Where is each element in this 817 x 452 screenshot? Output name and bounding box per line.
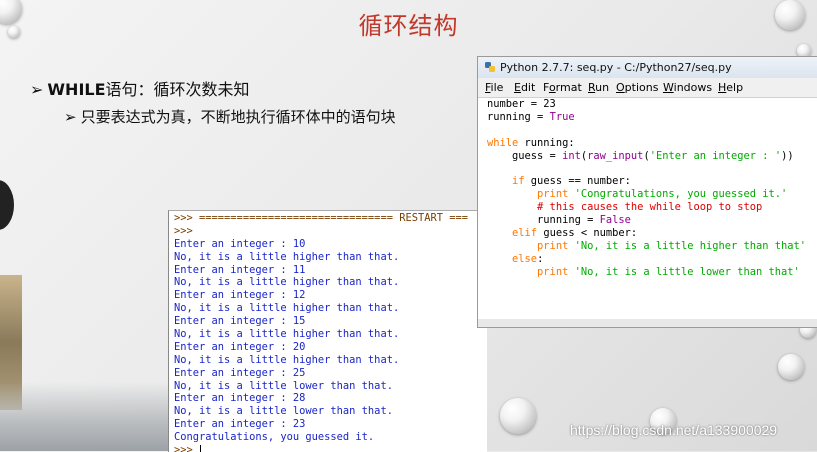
code-token: if: [512, 175, 525, 188]
bullet-condition: ➢ 只要表达式为真，不断地执行循环体中的语句块: [64, 106, 396, 127]
shell-line: Enter an integer : 11: [174, 263, 306, 276]
bubble-decoration: [500, 398, 536, 434]
code-line: guess = int(raw_input('Enter an integer …: [487, 150, 806, 163]
shell-line: >>>: [174, 224, 193, 237]
arrow-bullet-icon: ➢: [30, 80, 44, 99]
bullet-while-text: 语句：循环次数未知: [105, 80, 250, 99]
slide-title: 循环结构: [358, 12, 459, 40]
code-line: number = 23: [487, 98, 806, 111]
code-token: elif: [512, 226, 538, 239]
menu-options[interactable]: Options: [616, 81, 658, 94]
menu-file[interactable]: File: [485, 81, 503, 94]
arrow-bullet-icon: ➢: [64, 108, 77, 126]
code-line: if guess == number:: [487, 175, 806, 188]
code-token: # this causes the while loop to stop: [537, 201, 763, 214]
code-token: 'No, it is a little higher than that': [574, 239, 807, 252]
shell-line: No, it is a little higher than that.: [174, 250, 400, 263]
shell-line: Enter an integer : 15: [174, 315, 306, 328]
shell-line: Enter an integer : 12: [174, 289, 306, 302]
shell-line: No, it is a little higher than that.: [174, 353, 400, 366]
shell-line: >>> =============================== REST…: [174, 212, 469, 224]
watermark: https://blog.csdn.net/a133900029: [570, 422, 778, 438]
code-line: while running:: [487, 137, 806, 150]
shell-line: Enter an integer : 10: [174, 237, 306, 250]
code-token: guess < number:: [537, 226, 638, 239]
menu-run[interactable]: Run: [588, 81, 609, 94]
shell-line: Congratulations, you guessed it.: [174, 431, 375, 444]
code-token: raw_input: [587, 149, 644, 162]
code-token: int: [562, 149, 581, 162]
shell-output[interactable]: >>> =============================== REST…: [174, 212, 468, 452]
shell-line: No, it is a little lower than that.: [174, 405, 393, 418]
editor-code[interactable]: number = 23 running = True while running: …: [487, 98, 806, 278]
menu-help[interactable]: Help: [718, 81, 743, 94]
shell-line: No, it is a little higher than that.: [174, 302, 400, 315]
code-token: number = 23: [487, 98, 556, 110]
code-token: True: [549, 110, 575, 123]
shell-line: Enter an integer : 20: [174, 340, 306, 353]
code-line: print 'No, it is a little lower than tha…: [487, 266, 806, 279]
code-line: running = True: [487, 111, 806, 124]
shell-line: No, it is a little higher than that.: [174, 276, 400, 289]
bullet-condition-text: 只要表达式为真，不断地执行循环体中的语句块: [80, 108, 396, 126]
menu-windows[interactable]: Windows: [663, 81, 712, 94]
code-token: False: [599, 214, 631, 227]
code-token: guess == number:: [524, 175, 631, 188]
code-token: :: [537, 252, 544, 265]
code-token: else: [512, 252, 538, 265]
code-token: 'Congratulations, you guessed it.': [574, 188, 788, 201]
code-token: while: [487, 136, 519, 149]
code-token: )): [781, 149, 794, 162]
code-token: print: [537, 239, 569, 252]
editor-menubar: File Edit Format Run Options Windows Help: [478, 78, 817, 98]
bullet-while-keyword: WHILE: [47, 80, 106, 99]
code-token: 'Enter an integer : ': [649, 149, 782, 162]
menu-edit[interactable]: Edit: [514, 81, 535, 94]
code-line: else:: [487, 253, 806, 266]
shell-line: No, it is a little higher than that.: [174, 328, 400, 341]
code-line: elif guess < number:: [487, 227, 806, 240]
python-shell-window[interactable]: >>> =============================== REST…: [168, 210, 487, 452]
shell-line: Enter an integer : 28: [174, 392, 306, 405]
shell-line: No, it is a little lower than that.: [174, 379, 393, 392]
code-token: running:: [518, 136, 575, 149]
bubble-decoration: [778, 354, 804, 380]
slide: 循环结构 ➢ WHILE语句：循环次数未知 ➢ 只要表达式为真，不断地执行循环体中的…: [0, 0, 817, 452]
dark-circle-decoration: [0, 180, 14, 230]
code-line: print 'No, it is a little higher than th…: [487, 240, 806, 253]
code-token: running =: [487, 110, 550, 123]
code-token: print: [537, 188, 569, 201]
editor-title: Python 2.7.7: seq.py - C:/Python27/seq.p…: [500, 61, 732, 74]
code-token: 'No, it is a little lower than that': [574, 265, 800, 278]
code-line: running = False: [487, 214, 806, 227]
python-icon: [485, 62, 495, 72]
code-line: print 'Congratulations, you guessed it.': [487, 188, 806, 201]
code-token: running =: [487, 214, 600, 227]
editor-window[interactable]: Python 2.7.7: seq.py - C:/Python27/seq.p…: [477, 56, 817, 328]
menu-format[interactable]: Format: [543, 81, 582, 94]
editor-titlebar[interactable]: Python 2.7.7: seq.py - C:/Python27/seq.p…: [478, 57, 817, 78]
shell-line: Enter an integer : 23: [174, 418, 306, 431]
editor-scrollbar[interactable]: [478, 319, 817, 327]
code-token: print: [537, 265, 569, 278]
code-line: # this causes the while loop to stop: [487, 201, 806, 214]
bullet-while: ➢ WHILE语句：循环次数未知: [30, 76, 250, 100]
campus-skyline: [0, 382, 180, 451]
code-token: guess =: [487, 149, 563, 162]
shell-line: Enter an integer : 25: [174, 366, 306, 379]
